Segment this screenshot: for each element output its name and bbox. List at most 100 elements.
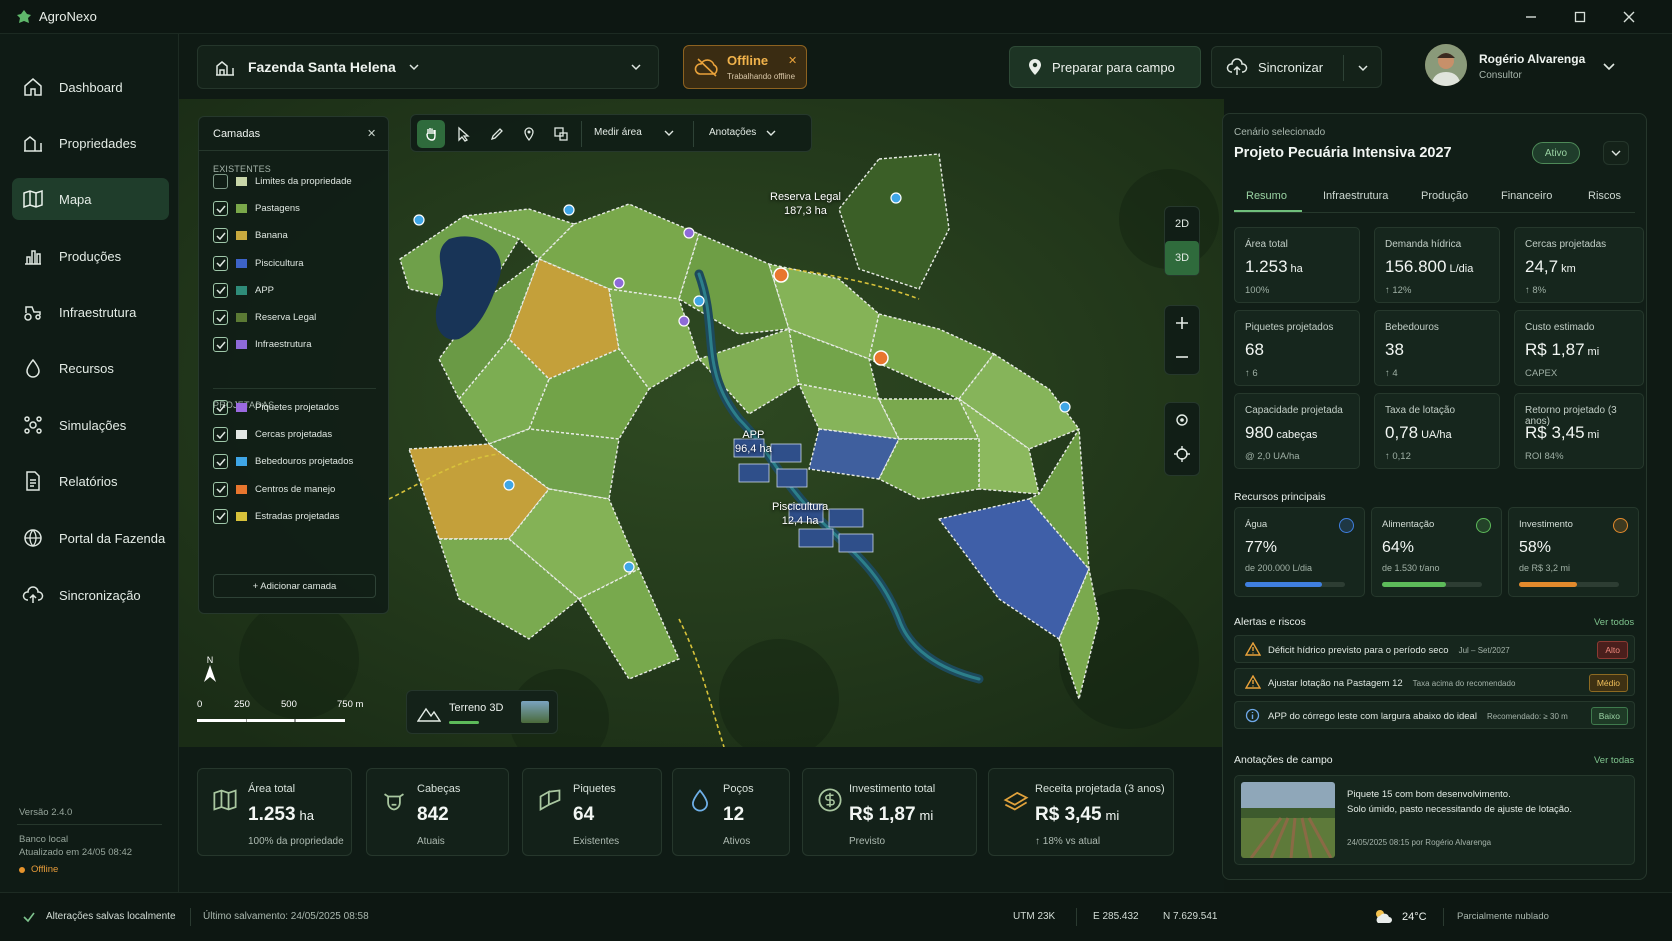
alert-row[interactable]: Déficit hídrico previsto para o período … bbox=[1234, 635, 1635, 663]
warning-icon bbox=[1245, 642, 1261, 656]
sidebar-item-relatorios[interactable]: Relatórios bbox=[12, 460, 169, 502]
layer-checkbox[interactable] bbox=[213, 337, 228, 353]
panel-menu-button[interactable] bbox=[1603, 141, 1629, 165]
sidebar-item-portal[interactable]: Portal da Fazenda bbox=[12, 517, 169, 559]
home-icon bbox=[24, 78, 42, 96]
terrain-3d-button[interactable]: Terreno 3D bbox=[406, 690, 558, 734]
kpi-title: Taxa de lotação bbox=[1385, 405, 1456, 416]
layer-checkbox[interactable] bbox=[213, 255, 228, 271]
view-2d-button[interactable]: 2D bbox=[1165, 207, 1199, 241]
divider bbox=[1443, 908, 1444, 926]
layer-row[interactable]: APP bbox=[213, 282, 275, 298]
pointer-tool-icon[interactable] bbox=[449, 120, 477, 148]
saved-status: Alterações salvas localmente bbox=[46, 911, 176, 922]
layer-checkbox[interactable] bbox=[213, 400, 228, 415]
crosshair-icon[interactable] bbox=[1165, 437, 1199, 471]
check-icon bbox=[23, 912, 35, 923]
layer-checkbox[interactable] bbox=[213, 454, 228, 470]
hand-tool-icon[interactable] bbox=[417, 120, 445, 148]
layer-checkbox[interactable] bbox=[213, 427, 228, 443]
notes-view-all-link[interactable]: Ver todas bbox=[1594, 755, 1634, 766]
layer-checkbox[interactable] bbox=[213, 174, 228, 189]
prepare-field-button[interactable]: Preparar para campo bbox=[1009, 46, 1201, 88]
maximize-icon[interactable] bbox=[1571, 8, 1589, 26]
tab-producao[interactable]: Produção bbox=[1421, 190, 1468, 202]
view-3d-button[interactable]: 3D bbox=[1165, 241, 1199, 275]
layer-checkbox[interactable] bbox=[213, 508, 228, 524]
kpi-sub: ROI 84% bbox=[1525, 451, 1564, 462]
notes-title: Anotações de campo bbox=[1234, 754, 1333, 766]
view-toggle: 2D 3D bbox=[1164, 206, 1200, 276]
sidebar-item-sincronizacao[interactable]: Sincronização bbox=[12, 574, 169, 616]
sidebar-item-dashboard[interactable]: Dashboard bbox=[12, 66, 169, 108]
kpi-card: Demanda hídrica 156.800 L/dia ↑ 12% bbox=[1374, 227, 1500, 303]
layer-checkbox[interactable] bbox=[213, 282, 228, 298]
location-controls bbox=[1164, 402, 1200, 476]
layer-row[interactable]: Pastagens bbox=[213, 201, 300, 217]
tab-infraestrutura[interactable]: Infraestrutura bbox=[1323, 190, 1388, 202]
kpi-sub: ↑ 8% bbox=[1525, 285, 1547, 296]
divider bbox=[581, 121, 582, 147]
zoom-in-icon[interactable] bbox=[1165, 306, 1199, 340]
layer-checkbox[interactable] bbox=[213, 228, 228, 244]
field-note-card[interactable]: Piquete 15 com bom desenvolvimento. Solo… bbox=[1234, 775, 1635, 865]
farm-selector[interactable]: Fazenda Santa Helena bbox=[197, 45, 659, 89]
layer-checkbox[interactable] bbox=[213, 310, 228, 325]
sidebar-item-infraestrutura[interactable]: Infraestrutura bbox=[12, 291, 169, 333]
add-layer-button[interactable]: + Adicionar camada bbox=[213, 574, 376, 598]
offline-status-label: Offline bbox=[31, 864, 59, 875]
divider bbox=[199, 150, 390, 151]
alert-row[interactable]: APP do córrego leste com largura abaixo … bbox=[1234, 701, 1635, 729]
sidebar-item-recursos[interactable]: Recursos bbox=[12, 347, 169, 389]
close-icon[interactable]: ✕ bbox=[367, 127, 376, 140]
measure-area-dropdown[interactable]: Medir área bbox=[594, 127, 674, 138]
stat-value: 12 bbox=[723, 804, 745, 825]
offline-badge[interactable]: Offline Trabalhando offline ✕ bbox=[683, 45, 807, 89]
alert-row[interactable]: Ajustar lotação na Pastagem 12 Taxa acima… bbox=[1234, 668, 1635, 696]
layer-row[interactable]: Limites da propriedade bbox=[213, 174, 352, 189]
tab-resumo[interactable]: Resumo bbox=[1246, 190, 1287, 202]
money-icon bbox=[1003, 791, 1029, 811]
layer-checkbox[interactable] bbox=[213, 481, 228, 497]
chevron-down-icon[interactable] bbox=[1602, 60, 1616, 74]
chevron-down-icon[interactable] bbox=[1357, 62, 1369, 74]
stat-card: Cabeças 842 Atuais bbox=[366, 768, 509, 856]
polygon-tool-icon[interactable] bbox=[547, 120, 575, 148]
layer-row[interactable]: Cercas projetadas bbox=[213, 427, 332, 443]
locate-icon[interactable] bbox=[1165, 403, 1199, 437]
sidebar-item-mapa[interactable]: Mapa bbox=[12, 178, 169, 220]
avatar[interactable] bbox=[1425, 44, 1467, 86]
stat-sub: Ativos bbox=[723, 836, 751, 847]
layer-row[interactable]: Centros de manejo bbox=[213, 481, 335, 497]
sidebar-item-propriedades[interactable]: Propriedades bbox=[12, 122, 169, 164]
layer-row[interactable]: Piquetes projetados bbox=[213, 400, 339, 415]
kpi-card: Cercas projetadas 24,7 km ↑ 8% bbox=[1514, 227, 1644, 303]
sidebar-item-producoes[interactable]: Produções bbox=[12, 235, 169, 277]
annotations-dropdown[interactable]: Anotações bbox=[709, 127, 776, 138]
tab-riscos[interactable]: Riscos bbox=[1588, 190, 1621, 202]
pin-tool-icon[interactable] bbox=[515, 120, 543, 148]
layer-label: APP bbox=[255, 284, 275, 296]
layer-row[interactable]: Reserva Legal bbox=[213, 310, 316, 325]
sync-button[interactable]: Sincronizar bbox=[1211, 46, 1382, 88]
alerts-view-all-link[interactable]: Ver todos bbox=[1594, 617, 1634, 628]
resource-title: Investimento bbox=[1519, 519, 1573, 530]
zoom-out-icon[interactable] bbox=[1165, 340, 1199, 374]
minimize-icon[interactable] bbox=[1522, 8, 1540, 26]
north-arrow-icon bbox=[204, 665, 216, 682]
layer-row[interactable]: Infraestrutura bbox=[213, 337, 312, 353]
layer-row[interactable]: Estradas projetadas bbox=[213, 508, 340, 524]
layer-row[interactable]: Piscicultura bbox=[213, 255, 304, 271]
layer-row[interactable]: Banana bbox=[213, 228, 288, 244]
layer-row[interactable]: Bebedouros projetados bbox=[213, 454, 353, 470]
db-label: Banco local bbox=[19, 834, 69, 845]
alert-text: Déficit hídrico previsto para o período … bbox=[1268, 645, 1510, 656]
close-icon[interactable]: ✕ bbox=[788, 54, 797, 67]
layer-label: Infraestrutura bbox=[255, 339, 312, 351]
close-window-icon[interactable] bbox=[1620, 8, 1638, 26]
pencil-tool-icon[interactable] bbox=[483, 120, 511, 148]
layer-checkbox[interactable] bbox=[213, 201, 228, 217]
chevron-down-icon[interactable] bbox=[630, 61, 642, 73]
tab-financeiro[interactable]: Financeiro bbox=[1501, 190, 1552, 202]
sidebar-item-simulacoes[interactable]: Simulações bbox=[12, 404, 169, 446]
